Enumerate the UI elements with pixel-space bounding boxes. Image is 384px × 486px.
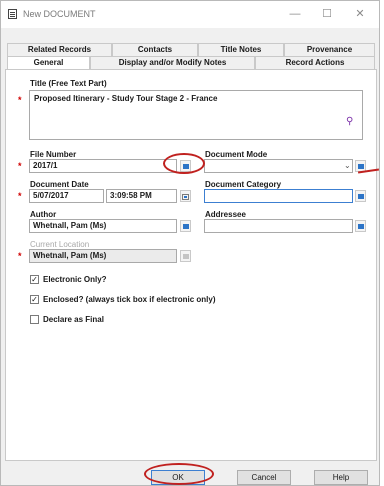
enclosed-label: Enclosed? (always tick box if electronic… [43,295,216,304]
annotation-ring-ok [144,463,214,485]
tab-general[interactable]: General [7,56,90,69]
document-mode-label: Document Mode [205,150,268,159]
title-bar: New DOCUMENT — ☐ ✕ [1,1,379,28]
electronic-only-label: Electronic Only? [43,275,107,284]
tab-title-notes[interactable]: Title Notes [198,43,284,56]
electronic-only-checkbox[interactable]: ✓ [30,275,39,284]
title-value: Proposed Itinerary - Study Tour Stage 2 … [34,94,218,103]
addressee-label: Addressee [205,210,246,219]
required-marker: * [18,251,22,261]
tab-provenance[interactable]: Provenance [284,43,375,56]
required-marker: * [18,95,22,105]
lookup-icon [183,254,189,259]
lookup-icon [358,194,364,199]
title-label: Title (Free Text Part) [30,79,107,88]
document-date-field[interactable]: 5/07/2017 [29,189,104,203]
calendar-icon [182,194,189,200]
title-field[interactable]: Proposed Itinerary - Study Tour Stage 2 … [29,90,363,140]
declare-as-final-label: Declare as Final [43,315,104,324]
window-title: New DOCUMENT [23,9,96,19]
cancel-button[interactable]: Cancel [237,470,291,485]
current-location-lookup-button [180,250,191,262]
tab-strip: Related Records Contacts Title Notes Pro… [5,41,377,69]
help-button[interactable]: Help [314,470,368,485]
author-field[interactable]: Whetnall, Pam (Ms) [29,219,177,233]
document-mode-field[interactable] [204,159,353,173]
tab-record-actions[interactable]: Record Actions [255,56,375,69]
document-category-field[interactable] [204,189,353,203]
addressee-field[interactable] [204,219,353,233]
declare-as-final-checkbox[interactable] [30,315,39,324]
tab-contacts[interactable]: Contacts [112,43,198,56]
annotation-ring-lookup [163,153,205,174]
author-lookup-button[interactable] [180,220,191,232]
date-picker-button[interactable] [180,190,191,202]
file-number-label: File Number [30,150,77,159]
document-icon [8,9,17,19]
new-document-window: New DOCUMENT — ☐ ✕ Related Records Conta… [0,0,380,486]
document-time-field[interactable]: 3:09:58 PM [106,189,177,203]
general-tab-panel: Title (Free Text Part) * Proposed Itiner… [5,69,377,461]
close-button[interactable]: ✕ [349,6,371,22]
lookup-icon [358,164,364,169]
lookup-icon [358,224,364,229]
current-location-label: Current Location [30,240,90,249]
required-marker: * [18,191,22,201]
document-date-label: Document Date [30,180,89,189]
file-number-field[interactable]: 2017/1 [29,159,177,173]
minimize-button[interactable]: — [284,6,306,22]
document-category-lookup-button[interactable] [355,190,366,202]
document-category-label: Document Category [205,180,282,189]
author-label: Author [30,210,57,219]
tab-related-records[interactable]: Related Records [7,43,112,56]
addressee-lookup-button[interactable] [355,220,366,232]
thesaurus-lookup-icon[interactable]: ⚲ [346,116,353,127]
maximize-button[interactable]: ☐ [316,6,338,22]
current-location-field: Whetnall, Pam (Ms) [29,249,177,263]
tab-display-modify-notes[interactable]: Display and/or Modify Notes [90,56,255,69]
enclosed-checkbox[interactable]: ✓ [30,295,39,304]
lookup-icon [183,224,189,229]
chevron-down-icon[interactable]: ⌄ [344,161,351,170]
required-marker: * [18,161,22,171]
